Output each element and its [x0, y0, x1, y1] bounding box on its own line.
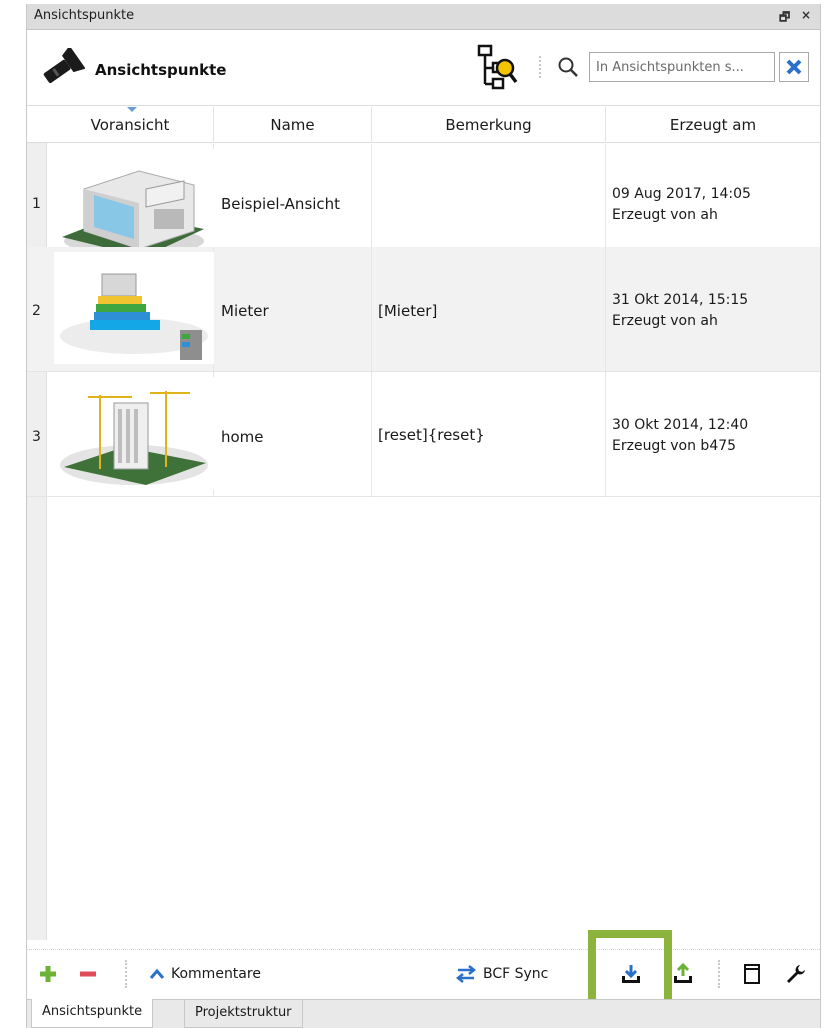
add-icon [40, 966, 56, 982]
float-icon[interactable]: 🗗 [779, 8, 790, 29]
viewpoint-remark: [reset]{reset} [378, 426, 485, 444]
preview-thumbnail [54, 149, 214, 261]
close-icon[interactable]: × [801, 8, 811, 22]
import-icon [622, 965, 640, 983]
header-separator [539, 56, 541, 78]
remove-icon [80, 971, 96, 977]
wrench-icon [787, 965, 805, 983]
bottom-toolbar: Kommentare BCF Sync [27, 930, 820, 1010]
viewpoint-name: Mieter [221, 302, 269, 320]
sync-icon [455, 965, 477, 983]
search-icon[interactable] [556, 56, 580, 78]
panel-title: Ansichtspunkte [34, 8, 135, 23]
table-row[interactable]: 3 home [reset]{reset} 30 Okt 2014, 12:40… [27, 372, 820, 497]
name-cell: home [214, 372, 372, 497]
preview-thumbnail [54, 377, 214, 489]
viewpoint-name: Beispiel-Ansicht [221, 195, 341, 213]
tab-projektstruktur[interactable]: Projektstruktur [184, 999, 303, 1028]
table-header: Voransicht Name Bemerkung Erzeugt am [27, 107, 820, 143]
tree-search-icon[interactable] [475, 44, 519, 92]
flashlight-icon [43, 48, 85, 84]
row-number: 3 [32, 429, 41, 445]
viewpoint-name: home [221, 428, 264, 446]
row-number: 2 [32, 303, 41, 319]
table-row[interactable]: 2 Mieter [Mieter] 31 Okt 2014, 15:15 Erz… [27, 247, 820, 372]
remark-cell: [reset]{reset} [372, 372, 606, 497]
row-number: 1 [32, 196, 41, 212]
viewpoints-panel: Ansichtspunkte 🗗 × Ansichtspunkte In Ans… [26, 4, 821, 1028]
comments-label: Kommentare [171, 966, 261, 982]
search-input[interactable] [589, 52, 775, 82]
chevron-up-icon [149, 968, 165, 979]
export-icon [674, 963, 692, 983]
viewpoints-table: Voransicht Name Bemerkung Erzeugt am 1 B… [27, 107, 820, 940]
toolbar-separator [718, 960, 720, 988]
preview-cell [47, 372, 214, 497]
preview-thumbnail [54, 252, 214, 364]
bcf-sync-label: BCF Sync [483, 966, 549, 982]
column-header-name[interactable]: Name [214, 107, 372, 143]
created-by: Erzeugt von ah [612, 313, 718, 329]
import-button[interactable] [620, 958, 642, 990]
export-button[interactable] [672, 958, 694, 990]
panel-heading: Ansichtspunkte [95, 61, 227, 79]
comments-toggle-button[interactable]: Kommentare [149, 958, 261, 990]
preview-cell [47, 247, 214, 372]
created-by: Erzeugt von b475 [612, 438, 737, 454]
column-header-created[interactable]: Erzeugt am [606, 107, 820, 143]
column-header-preview[interactable]: Voransicht [47, 107, 214, 143]
tab-ansichtspunkte[interactable]: Ansichtspunkte [31, 999, 154, 1028]
created-date: 09 Aug 2017, 14:05 [612, 186, 751, 202]
remove-button[interactable] [79, 958, 97, 990]
add-button[interactable] [39, 958, 57, 990]
created-date: 31 Okt 2014, 15:15 [612, 292, 749, 308]
panel-tabs: Ansichtspunkte Projektstruktur [27, 999, 820, 1028]
viewpoint-remark: [Mieter] [378, 302, 438, 320]
panel-header: Ansichtspunkte [27, 30, 820, 106]
page-button[interactable] [743, 958, 761, 990]
name-cell: Mieter [214, 247, 372, 372]
column-header-remark[interactable]: Bemerkung [372, 107, 606, 143]
panel-titlebar: Ansichtspunkte 🗗 × [27, 4, 820, 30]
created-cell: 31 Okt 2014, 15:15 Erzeugt von ah [606, 247, 820, 372]
settings-button[interactable] [785, 958, 807, 990]
page-icon [744, 964, 760, 984]
remark-cell: [Mieter] [372, 247, 606, 372]
created-by: Erzeugt von ah [612, 207, 718, 223]
bcf-sync-button[interactable]: BCF Sync [455, 958, 548, 990]
toolbar-separator [125, 960, 127, 988]
clear-search-button[interactable] [779, 52, 809, 82]
created-cell: 30 Okt 2014, 12:40 Erzeugt von b475 [606, 372, 820, 497]
created-date: 30 Okt 2014, 12:40 [612, 417, 749, 433]
clear-icon [786, 59, 802, 75]
